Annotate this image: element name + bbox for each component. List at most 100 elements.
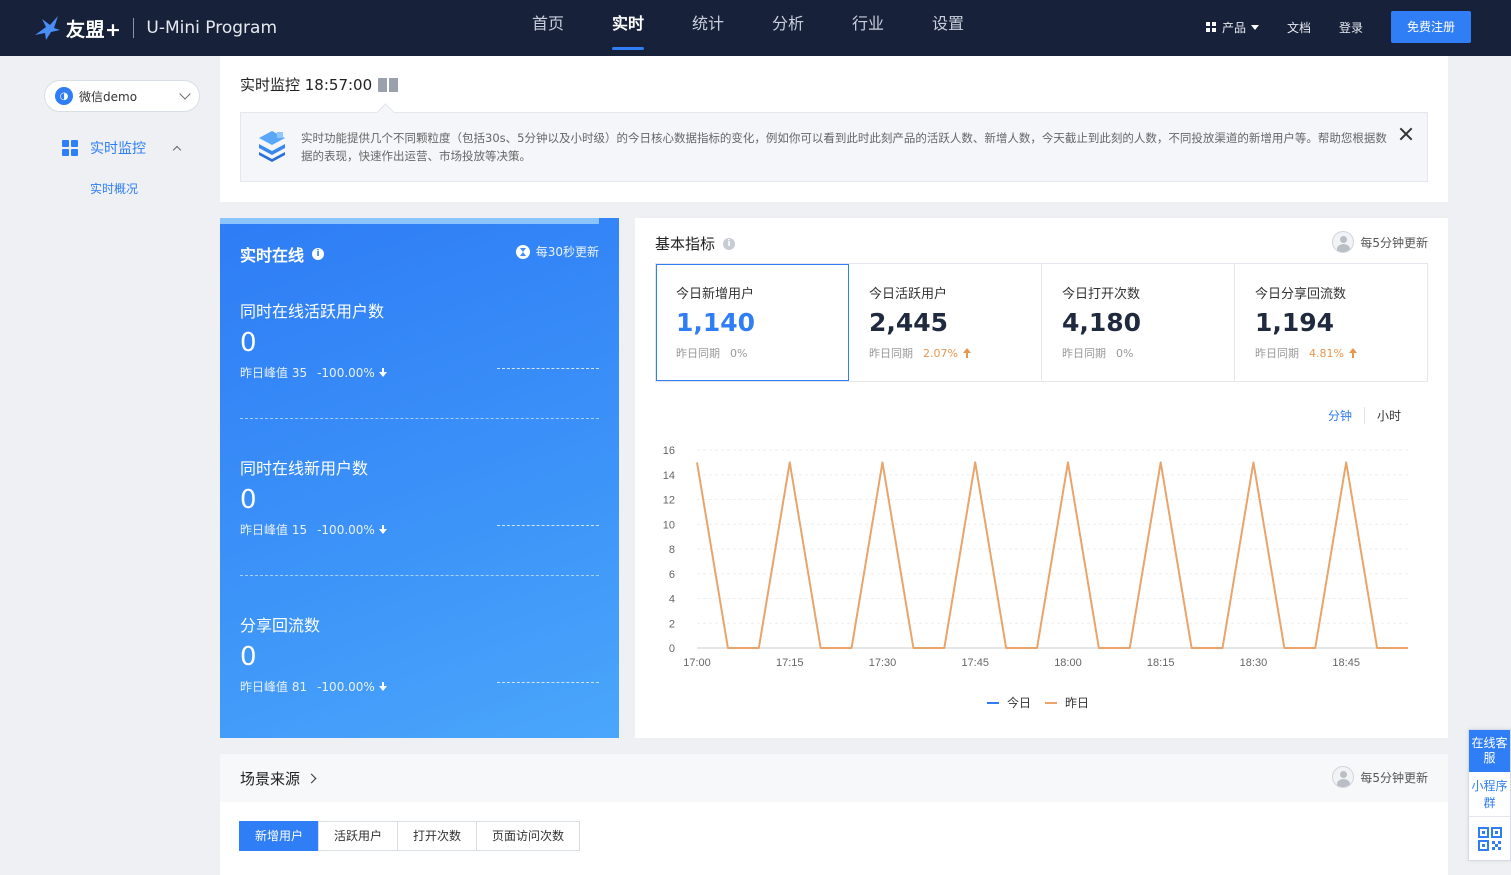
metric-value: 0 bbox=[240, 485, 257, 515]
y-tick-label: 16 bbox=[663, 445, 675, 457]
kpi-label: 今日分享回流数 bbox=[1255, 287, 1347, 302]
sidebar-item-realtime-monitor[interactable]: 实时监控 bbox=[62, 138, 192, 158]
scene-title[interactable]: 场景来源 bbox=[240, 768, 317, 789]
metric-share-return: 分享回流数 0 昨日峰值 81 -100.00% bbox=[240, 612, 599, 695]
kpi-compare: 昨日同期 0% bbox=[1062, 345, 1234, 361]
kpi-pct: 0% bbox=[1116, 346, 1134, 360]
metric-label: 同时在线新用户数 bbox=[240, 459, 369, 478]
scene-source-card: 场景来源 每5分钟更新 新增用户 活跃用户 打开次数 页面访问次数 bbox=[220, 754, 1448, 875]
products-menu[interactable]: 产品 bbox=[1205, 19, 1259, 36]
docs-link[interactable]: 文档 bbox=[1287, 19, 1311, 36]
legend-swatch bbox=[987, 701, 999, 704]
nav-settings[interactable]: 设置 bbox=[908, 0, 988, 56]
kpi-value: 1,194 bbox=[1255, 308, 1335, 337]
y-tick-label: 6 bbox=[669, 569, 675, 581]
info-icon[interactable]: i bbox=[723, 237, 736, 250]
tab-page-visits[interactable]: 页面访问次数 bbox=[476, 821, 581, 851]
x-tick-label: 18:30 bbox=[1240, 657, 1268, 669]
x-tick-label: 17:00 bbox=[683, 657, 711, 669]
sidebar-item-realtime-overview[interactable]: 实时概况 bbox=[90, 180, 138, 197]
umeng-logo[interactable]: 友盟+ U-Mini Program bbox=[32, 10, 277, 46]
nav-statistics[interactable]: 统计 bbox=[668, 0, 748, 56]
x-tick-label: 17:45 bbox=[961, 657, 989, 669]
signup-button[interactable]: 免费注册 bbox=[1391, 11, 1471, 43]
y-tick-label: 4 bbox=[669, 594, 675, 606]
layers-icon bbox=[259, 131, 285, 162]
kpi-label: 今日新增用户 bbox=[676, 287, 755, 302]
scene-tabs: 新增用户 活跃用户 打开次数 页面访问次数 bbox=[239, 821, 581, 851]
update-text: 每5分钟更新 bbox=[1360, 770, 1428, 785]
online-refresh-text: 每30秒更新 bbox=[535, 245, 599, 259]
legend-label: 昨日 bbox=[1065, 696, 1090, 710]
page-title: 实时监控 18:57:00 bbox=[240, 74, 399, 95]
page-title-text: 实时监控 18:57:00 bbox=[240, 76, 373, 94]
nav-analysis[interactable]: 分析 bbox=[748, 0, 828, 56]
metric-value: 0 bbox=[240, 328, 257, 358]
login-link[interactable]: 登录 bbox=[1339, 19, 1363, 36]
bird-logo-icon bbox=[35, 16, 60, 40]
qr-code-button[interactable] bbox=[1469, 817, 1510, 861]
change-text: -100.00% bbox=[317, 522, 375, 537]
sidebar-item-label: 实时监控 bbox=[90, 141, 146, 157]
kpi-compare: 昨日同期 2.07% bbox=[869, 345, 1041, 361]
basic-title: 基本指标 i bbox=[655, 233, 736, 254]
granularity-toggle: 分钟 小时 bbox=[1316, 407, 1413, 424]
nav-realtime[interactable]: 实时 bbox=[588, 0, 668, 56]
mini-program-group-button[interactable]: 小程序群 bbox=[1469, 772, 1510, 817]
kpi-compare-label: 昨日同期 bbox=[676, 347, 720, 360]
legend-today[interactable]: 今日 bbox=[987, 694, 1031, 711]
book-icon[interactable] bbox=[378, 77, 399, 92]
nav-home[interactable]: 首页 bbox=[508, 0, 588, 56]
update-badge: 每5分钟更新 bbox=[1332, 766, 1428, 788]
y-tick-label: 0 bbox=[669, 643, 675, 655]
change-text: -100.00% bbox=[317, 679, 375, 694]
online-service-button[interactable]: 在线客服 bbox=[1469, 730, 1510, 772]
x-tick-label: 18:00 bbox=[1054, 657, 1082, 669]
y-tick-label: 14 bbox=[663, 470, 675, 482]
kpi-opens[interactable]: 今日打开次数 4,180 昨日同期 0% bbox=[1042, 264, 1235, 381]
info-icon[interactable]: i bbox=[312, 248, 325, 260]
nav-right: 产品 文档 登录 免费注册 bbox=[1205, 11, 1471, 43]
kpi-label: 今日活跃用户 bbox=[869, 287, 948, 302]
caret-down-icon bbox=[1250, 24, 1259, 30]
metric-online-new: 同时在线新用户数 0 昨日峰值 15 -100.00% bbox=[240, 455, 599, 538]
hourglass-icon bbox=[515, 244, 530, 259]
nav-industry[interactable]: 行业 bbox=[828, 0, 908, 56]
legend-yesterday[interactable]: 昨日 bbox=[1045, 694, 1089, 711]
kpi-active-users[interactable]: 今日活跃用户 2,445 昨日同期 2.07% bbox=[849, 264, 1042, 381]
update-badge: 每5分钟更新 bbox=[1332, 231, 1428, 253]
sparkline bbox=[497, 368, 599, 369]
chevron-down-icon bbox=[179, 88, 191, 100]
kpi-share-return[interactable]: 今日分享回流数 1,194 昨日同期 4.81% bbox=[1235, 264, 1427, 381]
tab-new-users[interactable]: 新增用户 bbox=[239, 821, 320, 851]
sparkline bbox=[497, 525, 599, 526]
peak-text: 昨日峰值 35 bbox=[240, 366, 308, 380]
online-title: 实时在线 i bbox=[240, 242, 325, 266]
panel-top-bar bbox=[220, 218, 599, 224]
tab-opens[interactable]: 打开次数 bbox=[397, 821, 478, 851]
kpi-row: 今日新增用户 1,140 昨日同期 0% 今日活跃用户 2,445 昨日同期 2… bbox=[655, 263, 1428, 382]
kpi-label: 今日打开次数 bbox=[1062, 287, 1141, 302]
online-title-text: 实时在线 bbox=[240, 246, 305, 265]
metric-online-active: 同时在线活跃用户数 0 昨日峰值 35 -100.00% bbox=[240, 298, 599, 381]
tab-active-users[interactable]: 活跃用户 bbox=[318, 821, 399, 851]
granularity-hour[interactable]: 小时 bbox=[1365, 407, 1413, 424]
kpi-new-users[interactable]: 今日新增用户 1,140 昨日同期 0% bbox=[656, 264, 849, 381]
close-icon[interactable] bbox=[1399, 127, 1413, 141]
logo-separator bbox=[133, 18, 135, 38]
kpi-value: 1,140 bbox=[676, 308, 756, 337]
floating-service: 在线客服 小程序群 bbox=[1468, 729, 1511, 861]
avatar-icon bbox=[1332, 766, 1355, 788]
change-text: -100.00% bbox=[317, 365, 375, 380]
legend-label: 今日 bbox=[1007, 696, 1032, 710]
banner-text: 实时功能提供几个不同颗粒度（包括30s、5分钟以及小时级）的今日核心数据指标的变… bbox=[301, 131, 1387, 163]
metric-label: 分享回流数 bbox=[240, 616, 321, 635]
x-tick-label: 18:45 bbox=[1332, 657, 1360, 669]
trend-line-chart: 0 2 4 6 8 10 12 14 16 17:00 17:15 17:30 17:45 18:00 18… bbox=[663, 445, 1408, 669]
app-selector[interactable]: ◑ 微信demo bbox=[44, 80, 200, 112]
kpi-value: 4,180 bbox=[1062, 308, 1142, 337]
metric-label: 同时在线活跃用户数 bbox=[240, 302, 385, 321]
scene-header: 场景来源 每5分钟更新 bbox=[220, 754, 1448, 802]
kpi-compare-label: 昨日同期 bbox=[1255, 347, 1299, 360]
granularity-minute[interactable]: 分钟 bbox=[1316, 407, 1365, 424]
